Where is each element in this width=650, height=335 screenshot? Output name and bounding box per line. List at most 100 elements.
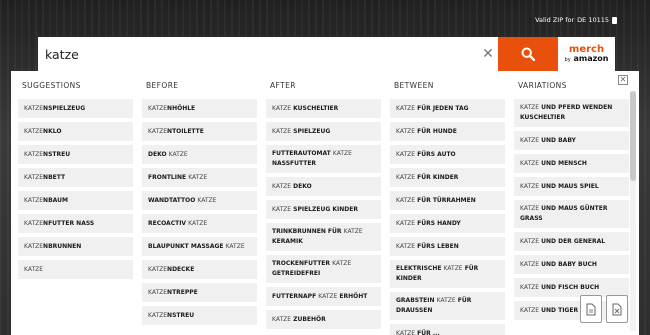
keyword-item[interactable]: KATZE KUSCHELTIER [266, 99, 381, 118]
keyword-item[interactable]: KATZENSTREU [18, 145, 133, 164]
keyword-text: FÜR KINDER [415, 173, 459, 181]
keyword-text: FÜRS LEBEN [415, 242, 459, 250]
keyword-item[interactable]: KATZENTOILETTE [142, 122, 257, 141]
column-before: BEFORE KATZENHÖHLE KATZENTOILETTE DEKO KATZ… [142, 81, 266, 335]
keyword-item[interactable]: TRINKBRUNNEN FÜR KATZE KERAMIK [266, 223, 381, 251]
keyword-item[interactable]: KATZE FÜR JEDEN TAG [390, 99, 505, 118]
keyword-match: KATZE [520, 237, 540, 245]
scrollbar[interactable] [630, 91, 636, 331]
keyword-item[interactable]: KATZE FÜRS LEBEN [390, 237, 505, 256]
keyword-item[interactable]: KATZE UND PFERD WENDEN KUSCHELTIER [514, 99, 629, 127]
keyword-text: NTOILETTE [167, 127, 204, 135]
search-input[interactable] [38, 37, 478, 71]
keyword-text: FUTTERAUTOMAT [272, 150, 333, 157]
keyword-item[interactable]: KATZE UND MENSCH [514, 154, 629, 173]
keyword-text: FÜR ... [415, 329, 440, 335]
keyword-text: FRONTLINE [148, 173, 189, 181]
keyword-match: KATZE [272, 315, 292, 323]
keyword-item[interactable]: FUTTERAUTOMAT KATZE NASSFUTTER [266, 145, 381, 173]
clipboard-icon [612, 16, 617, 24]
keyword-text: FÜRS AUTO [415, 150, 456, 158]
keyword-match: KATZE [318, 292, 338, 300]
keyword-match: KATZE [396, 173, 416, 181]
clear-icon[interactable]: ✕ [478, 46, 498, 62]
merch-amazon-logo[interactable]: merch by amazon [558, 37, 615, 71]
keyword-item[interactable]: KATZENBRUNNEN [18, 237, 133, 256]
column-suggestions: SUGGESTIONS KATZENSPIELZEUG KATZENKLO KATZE… [18, 81, 142, 335]
zip-indicator[interactable]: Valid ZIP for DE 10115 [535, 16, 617, 24]
keyword-item[interactable]: KATZENSTREU [142, 306, 257, 325]
keyword-item[interactable]: KATZENHÖHLE [142, 99, 257, 118]
keyword-item[interactable]: FUTTERNAPF KATZE ERHÖHT [266, 287, 381, 306]
keyword-item[interactable]: KATZE FÜR KINDER [390, 168, 505, 187]
keyword-item[interactable]: KATZENBETT [18, 168, 133, 187]
keyword-item[interactable]: KATZENBAUM [18, 191, 133, 210]
keyword-item[interactable]: KATZE FÜR ... [390, 324, 505, 335]
keyword-item[interactable]: KATZE FÜR TÜRRAHMEN [390, 191, 505, 210]
keyword-text: TROCKENFUTTER [272, 260, 333, 267]
keyword-item[interactable]: KATZE [18, 260, 133, 279]
column-header: SUGGESTIONS [22, 81, 81, 90]
keyword-match: KATZE [443, 265, 463, 272]
keyword-item[interactable]: KATZENKLO [18, 122, 133, 141]
keyword-text: UND BABY BUCH [539, 260, 597, 268]
keyword-item[interactable]: KATZE UND MAUS GÜNTER GRASS [514, 200, 629, 228]
keyword-text: UND MAUS SPIEL [539, 182, 599, 190]
keyword-item[interactable]: KATZENFUTTER NASS [18, 214, 133, 233]
keyword-match: KATZE [272, 182, 292, 190]
keyword-item[interactable]: KATZE DEKO [266, 177, 381, 196]
keyword-text: DEKO [148, 150, 169, 158]
search-bar: ✕ merch by amazon [38, 37, 615, 71]
keyword-item[interactable]: KATZE FÜRS HANDY [390, 214, 505, 233]
keyword-match: KATZE [343, 228, 363, 235]
scrollbar-thumb[interactable] [630, 91, 636, 181]
keyword-text: NSPIELZEUG [43, 104, 86, 112]
keyword-item[interactable]: KATZE UND BABY [514, 131, 629, 150]
keyword-item[interactable]: FRONTLINE KATZE [142, 168, 257, 187]
keyword-columns: SUGGESTIONS KATZENSPIELZEUG KATZENKLO KATZE… [18, 81, 638, 335]
keyword-match: KATZE [436, 297, 456, 304]
export-buttons [580, 295, 628, 323]
column-header: VARIATIONS [518, 81, 567, 90]
keyword-item[interactable]: WANDTATTOO KATZE [142, 191, 257, 210]
suggestions-panel: ✕ SUGGESTIONS KATZENSPIELZEUG KATZENKLO KAT… [11, 71, 639, 335]
keyword-match: KATZE [520, 260, 540, 268]
keyword-match: KATZE [24, 265, 44, 273]
keyword-item[interactable]: RECOACTIV KATZE [142, 214, 257, 233]
search-button[interactable] [498, 37, 558, 71]
keyword-item[interactable]: ELEKTRISCHE KATZE FÜR KINDER [390, 260, 505, 288]
keyword-item[interactable]: TROCKENFUTTER KATZE GETREIDEFREI [266, 255, 381, 283]
keyword-item[interactable]: BLAUPUNKT MASSAGE KATZE [142, 237, 257, 256]
keyword-item[interactable]: KATZENTREPPE [142, 283, 257, 302]
keyword-item[interactable]: KATZE SPIELZEUG KINDER [266, 200, 381, 219]
keyword-item[interactable]: KATZE UND BABY BUCH [514, 255, 629, 274]
keyword-item[interactable]: KATZENDECKE [142, 260, 257, 279]
keyword-item[interactable]: GRABSTEIN KATZE FÜR DRAUSSEN [390, 292, 505, 320]
export-csv-button[interactable] [580, 295, 602, 323]
keyword-match: KATZE [332, 260, 352, 267]
keyword-match: KATZE [168, 150, 188, 158]
keyword-text: NKLO [43, 127, 62, 135]
keyword-text: NDECKE [167, 265, 195, 273]
export-xls-button[interactable] [606, 295, 628, 323]
column-header: BEFORE [146, 81, 179, 90]
keyword-text: NBAUM [43, 196, 68, 204]
keyword-text: TRINKBRUNNEN FÜR [272, 228, 344, 235]
keyword-item[interactable]: KATZE UND MAUS SPIEL [514, 177, 629, 196]
keyword-text: FÜR TÜRRAHMEN [415, 196, 476, 204]
keyword-item[interactable]: KATZENSPIELZEUG [18, 99, 133, 118]
keyword-text: NSTREU [167, 311, 195, 319]
keyword-item[interactable]: KATZE FÜRS AUTO [390, 145, 505, 164]
keyword-item[interactable]: KATZE UND DER GENERAL [514, 232, 629, 251]
keyword-text: ELEKTRISCHE [396, 265, 444, 272]
keyword-text: WANDTATTOO [148, 196, 198, 204]
keyword-text: NBRUNNEN [43, 242, 82, 250]
keyword-item[interactable]: KATZE SPIELZEUG [266, 122, 381, 141]
keyword-item[interactable]: KATZE ZUBEHÖR [266, 310, 381, 329]
zip-label: Valid ZIP for [535, 16, 575, 24]
keyword-text: NHÖHLE [167, 104, 196, 112]
keyword-item[interactable]: DEKO KATZE [142, 145, 257, 164]
keyword-match: KATZE [24, 127, 44, 135]
keyword-item[interactable]: KATZE FÜR HUNDE [390, 122, 505, 141]
keyword-text: NSTREU [43, 150, 71, 158]
